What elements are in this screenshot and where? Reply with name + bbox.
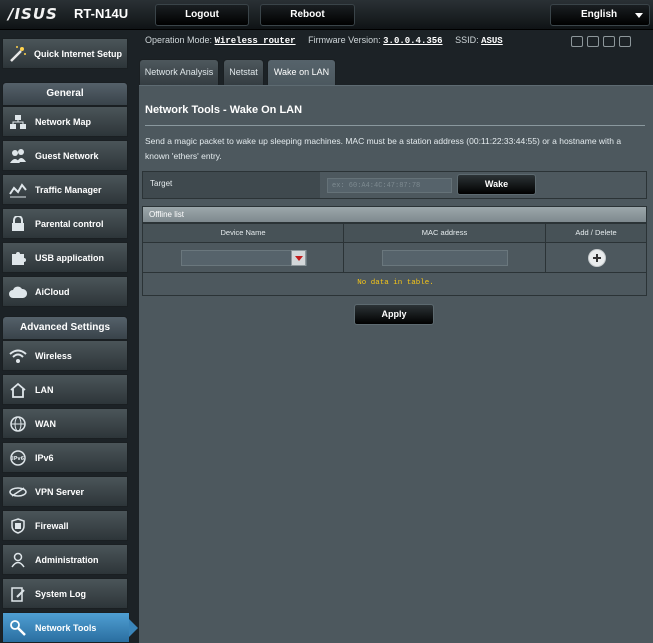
sidebar-item-wan[interactable]: WAN	[2, 408, 128, 439]
tab-netstat[interactable]: Netstat	[223, 59, 264, 85]
sidebar-item-ipv6[interactable]: IPv6 IPv6	[2, 442, 128, 473]
sidebar-item-wireless[interactable]: Wireless	[2, 340, 128, 371]
dropdown-arrow-icon[interactable]	[291, 250, 306, 266]
asus-logo: /ISUS	[8, 5, 58, 23]
sidebar-item-traffic-manager[interactable]: Traffic Manager	[2, 174, 128, 205]
ipv6-icon: IPv6	[8, 448, 28, 468]
quick-internet-setup-label: Quick Internet Setup	[34, 48, 123, 59]
chevron-down-icon	[635, 13, 643, 18]
language-select[interactable]: English	[550, 4, 650, 26]
status-icons	[571, 34, 635, 52]
sidebar-item-label: AiCloud	[35, 286, 70, 297]
page-description: Send a magic packet to wake up sleeping …	[145, 136, 622, 161]
wrench-icon	[8, 618, 28, 638]
sidebar-item-lan[interactable]: LAN	[2, 374, 128, 405]
target-row: Target ex: 60:A4:4C:47:87:78 Wake	[142, 171, 647, 199]
sidebar-item-label: Traffic Manager	[35, 184, 102, 195]
lock-icon	[8, 214, 28, 234]
sidebar-item-guest-network[interactable]: Guest Network	[2, 140, 128, 171]
tab-wake-on-lan[interactable]: Wake on LAN	[267, 59, 336, 85]
sidebar-item-aicloud[interactable]: AiCloud	[2, 276, 128, 307]
sidebar-item-label: WAN	[35, 418, 56, 429]
sidebar-item-vpn-server[interactable]: VPN Server	[2, 476, 128, 507]
sidebar-item-label: LAN	[35, 384, 54, 395]
guest-network-icon	[8, 146, 28, 166]
vpn-icon	[8, 482, 28, 502]
device-name-select[interactable]	[181, 250, 307, 266]
apply-button[interactable]: Apply	[354, 304, 434, 325]
offline-list-table: Offline list Device Name MAC address Add…	[142, 206, 647, 296]
sidebar-item-label: Firewall	[35, 520, 69, 531]
copy-icon[interactable]	[587, 36, 599, 47]
magic-wand-icon	[8, 44, 28, 64]
mac-address-cell	[343, 242, 546, 273]
sidebar-item-label: IPv6	[35, 452, 54, 463]
router-admin-page: /ISUS RT-N14U Logout Reboot English Oper…	[0, 0, 653, 643]
add-icon[interactable]	[588, 249, 606, 267]
sidebar-item-label: Administration	[35, 554, 99, 565]
status-info-line: Operation Mode: Wireless router Firmware…	[145, 35, 503, 46]
usb-icon[interactable]	[603, 36, 615, 47]
network-map-icon	[8, 112, 28, 132]
sidebar-item-label: Parental control	[35, 218, 104, 229]
sidebar-item-network-tools[interactable]: Network Tools	[2, 612, 138, 643]
column-header-device-name: Device Name	[142, 223, 344, 243]
sidebar-item-label: System Log	[35, 588, 87, 599]
operation-mode-label: Operation Mode:	[145, 35, 213, 45]
main-content-panel: Network Tools - Wake On LAN Send a magic…	[139, 85, 653, 643]
sidebar-item-label: VPN Server	[35, 486, 85, 497]
wake-button[interactable]: Wake	[457, 174, 536, 195]
sidebar-item-parental-control[interactable]: Parental control	[2, 208, 128, 239]
sidebar-item-label: Network Tools	[35, 622, 97, 633]
firmware-label: Firmware Version:	[308, 35, 381, 45]
puzzle-icon	[8, 248, 28, 268]
logout-button[interactable]: Logout	[155, 4, 249, 26]
plug-icon[interactable]	[619, 36, 631, 47]
operation-mode-link[interactable]: Wireless router	[215, 36, 296, 46]
add-delete-cell	[545, 242, 647, 273]
sidebar-item-label: Guest Network	[35, 150, 99, 161]
empty-table-row: No data in table.	[142, 272, 647, 296]
sidebar-item-label: Wireless	[35, 350, 72, 361]
shield-icon	[8, 516, 28, 536]
sidebar-item-label: Network Map	[35, 116, 92, 127]
wireless-icon	[8, 346, 28, 366]
document-edit-icon	[8, 584, 28, 604]
globe-icon	[8, 414, 28, 434]
clients-icon[interactable]	[571, 36, 583, 47]
sidebar-item-administration[interactable]: Administration	[2, 544, 128, 575]
svg-text:IPv6: IPv6	[12, 456, 25, 462]
reboot-button[interactable]: Reboot	[260, 4, 355, 26]
target-label: Target	[143, 172, 320, 198]
sidebar-item-usb-application[interactable]: USB application	[2, 242, 128, 273]
column-header-add-delete: Add / Delete	[545, 223, 647, 243]
sidebar-item-label: USB application	[35, 252, 105, 263]
title-divider	[145, 125, 645, 126]
offline-list-header: Offline list	[142, 206, 647, 223]
firmware-version-link[interactable]: 3.0.0.4.356	[383, 36, 442, 46]
sidebar: Quick Internet Setup General Network Map…	[0, 30, 138, 643]
device-name-cell	[142, 242, 344, 273]
sidebar-item-system-log[interactable]: System Log	[2, 578, 128, 609]
tab-network-analysis[interactable]: Network Analysis	[139, 59, 219, 85]
general-section-header: General	[2, 82, 128, 106]
ssid-link[interactable]: ASUS	[481, 36, 503, 46]
user-icon	[8, 550, 28, 570]
advanced-settings-header: Advanced Settings	[2, 316, 128, 340]
ssid-label: SSID:	[455, 35, 479, 45]
target-input[interactable]: ex: 60:A4:4C:47:87:78	[327, 178, 452, 193]
cloud-icon	[8, 282, 28, 302]
quick-internet-setup-button[interactable]: Quick Internet Setup	[2, 38, 128, 69]
page-title: Network Tools - Wake On LAN	[145, 104, 303, 116]
no-data-message: No data in table.	[357, 279, 434, 287]
sidebar-item-firewall[interactable]: Firewall	[2, 510, 128, 541]
mac-address-input[interactable]	[382, 250, 508, 266]
home-icon	[8, 380, 28, 400]
traffic-manager-icon	[8, 180, 28, 200]
sidebar-item-network-map[interactable]: Network Map	[2, 106, 128, 137]
top-bar: /ISUS RT-N14U Logout Reboot English	[0, 0, 653, 30]
model-name: RT-N14U	[74, 6, 129, 21]
language-label: English	[581, 9, 618, 20]
column-header-mac-address: MAC address	[343, 223, 546, 243]
